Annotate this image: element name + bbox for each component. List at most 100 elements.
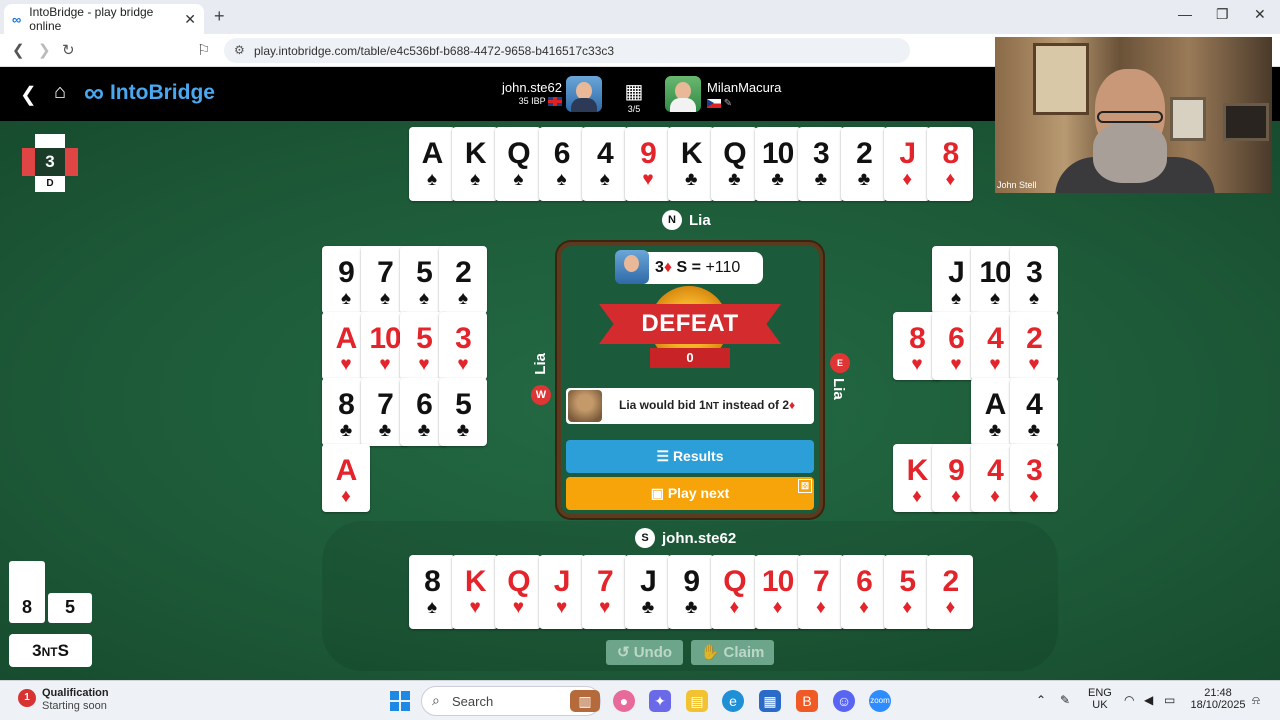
restore-icon[interactable]: ❐ bbox=[1216, 6, 1229, 23]
zoom-icon[interactable]: zoom bbox=[869, 690, 891, 712]
intobridge-favicon-icon: ∞ bbox=[12, 11, 22, 27]
back-arrow-icon[interactable]: ❮ bbox=[12, 41, 25, 59]
opponent-info: MilanMacura ✎ bbox=[707, 80, 781, 109]
east-card[interactable]: 3 ♠ bbox=[1010, 246, 1058, 314]
north-card[interactable]: 10 ♣ bbox=[754, 127, 801, 201]
card-suit-icon: ♣ bbox=[456, 420, 470, 441]
pen-icon[interactable]: ✎ bbox=[1060, 693, 1070, 707]
north-card[interactable]: 2 ♣ bbox=[841, 127, 887, 201]
app-drop-icon[interactable]: ● bbox=[613, 690, 635, 712]
discord-icon[interactable]: ☺ bbox=[833, 690, 855, 712]
south-card[interactable]: J ♣ bbox=[625, 555, 671, 629]
card-rank: 5 bbox=[455, 388, 472, 421]
list-icon: ☰ bbox=[656, 448, 670, 464]
south-card[interactable]: J ♥ bbox=[538, 555, 585, 629]
qualification-notice[interactable]: 1 Qualification Starting soon bbox=[18, 687, 109, 712]
south-card[interactable]: 6 ♦ bbox=[841, 555, 887, 629]
browser-tab[interactable]: ∞ IntoBridge - play bridge online ✕ bbox=[4, 4, 204, 34]
east-card[interactable]: 4 ♣ bbox=[1010, 378, 1058, 446]
tray-chevron-icon[interactable]: ⌃ bbox=[1036, 693, 1046, 707]
clock[interactable]: 21:48 18/10/2025 bbox=[1190, 687, 1246, 711]
player-you-ibp: 35 IBP bbox=[502, 96, 562, 107]
player-you-avatar[interactable] bbox=[566, 76, 602, 112]
tab-close-icon[interactable]: ✕ bbox=[184, 11, 196, 28]
south-badge: S bbox=[635, 528, 655, 548]
card-rank: 8 bbox=[424, 565, 441, 598]
north-badge: N bbox=[662, 210, 682, 230]
north-card[interactable]: K ♠ bbox=[452, 127, 499, 201]
north-card[interactable]: 9 ♥ bbox=[625, 127, 671, 201]
notification-bell-icon[interactable]: ⍾ bbox=[1252, 693, 1260, 708]
north-card[interactable]: 8 ♦ bbox=[927, 127, 974, 201]
bookmark-icon[interactable]: ⚐ bbox=[197, 41, 210, 59]
search-highlight-icon[interactable]: ▥ bbox=[570, 690, 600, 712]
north-card[interactable]: 3 ♣ bbox=[797, 127, 844, 201]
north-seat-label: N Lia bbox=[662, 210, 711, 230]
wifi-icon[interactable]: ◠ bbox=[1124, 693, 1134, 707]
forward-arrow-icon[interactable]: ❯ bbox=[38, 41, 51, 59]
home-icon[interactable]: ⌂ bbox=[54, 81, 66, 104]
card-suit-icon: ♥ bbox=[555, 597, 568, 618]
window-close-icon[interactable]: ✕ bbox=[1254, 6, 1266, 23]
new-tab-icon[interactable]: + bbox=[214, 6, 225, 27]
south-card[interactable]: 9 ♣ bbox=[668, 555, 715, 629]
language-indicator[interactable]: ENG UK bbox=[1088, 687, 1112, 711]
west-card[interactable]: 5 ♣ bbox=[439, 378, 487, 446]
card-suit-icon: ♦ bbox=[729, 597, 740, 618]
edge-icon[interactable]: e bbox=[722, 690, 744, 712]
east-card[interactable]: 3 ♦ bbox=[1010, 444, 1058, 512]
results-button[interactable]: ☰ Results bbox=[566, 440, 814, 473]
card-rank: J bbox=[640, 565, 657, 598]
windows-start-icon[interactable] bbox=[390, 691, 410, 711]
north-card[interactable]: Q ♣ bbox=[711, 127, 758, 201]
dice-icon[interactable]: ⚄ bbox=[798, 479, 812, 493]
west-card[interactable]: A ♦ bbox=[322, 444, 370, 512]
app-back-icon[interactable]: ❮ bbox=[20, 82, 37, 107]
north-card[interactable]: 6 ♠ bbox=[538, 127, 585, 201]
card-suit-icon: ♦ bbox=[902, 597, 913, 618]
board-counter[interactable]: ▦ 3/5 bbox=[620, 79, 648, 114]
card-rank: 2 bbox=[455, 256, 472, 289]
south-card[interactable]: 7 ♦ bbox=[797, 555, 844, 629]
brave-icon[interactable]: B bbox=[796, 690, 818, 712]
south-card[interactable]: Q ♦ bbox=[711, 555, 758, 629]
card-rank: Q bbox=[723, 565, 746, 598]
east-card[interactable]: 2 ♥ bbox=[1010, 312, 1058, 380]
south-seat-label: S john.ste62 bbox=[635, 528, 736, 548]
card-suit-icon: ♠ bbox=[457, 288, 469, 309]
calendar-play-icon: ▣ bbox=[650, 485, 664, 501]
south-card[interactable]: Q ♥ bbox=[495, 555, 542, 629]
webcam-overlay[interactable]: John Stell bbox=[995, 37, 1272, 193]
opponent-avatar[interactable] bbox=[665, 76, 701, 112]
file-explorer-icon[interactable]: ▤ bbox=[686, 690, 708, 712]
south-card[interactable]: 5 ♦ bbox=[884, 555, 931, 629]
south-card[interactable]: 8 ♠ bbox=[409, 555, 455, 629]
minimize-icon[interactable]: — bbox=[1178, 6, 1192, 22]
battery-icon[interactable]: ▭ bbox=[1164, 693, 1175, 707]
north-card[interactable]: J ♦ bbox=[884, 127, 931, 201]
card-suit-icon: ♦ bbox=[945, 597, 956, 618]
south-card[interactable]: 10 ♦ bbox=[754, 555, 801, 629]
site-info-icon[interactable]: ⚙ bbox=[234, 43, 245, 57]
south-card[interactable]: K ♥ bbox=[452, 555, 499, 629]
intobridge-logo[interactable]: ∞ IntoBridge bbox=[84, 79, 215, 107]
west-card[interactable]: 2 ♠ bbox=[439, 246, 487, 314]
volume-icon[interactable]: ◀ bbox=[1144, 693, 1153, 707]
undo-button[interactable]: ↺ Undo bbox=[606, 640, 683, 665]
north-card[interactable]: Q ♠ bbox=[495, 127, 542, 201]
undo-icon: ↺ bbox=[616, 644, 630, 661]
play-next-button[interactable]: ▣ Play next ⚄ bbox=[566, 477, 814, 510]
north-card[interactable]: A ♠ bbox=[409, 127, 455, 201]
west-card[interactable]: 3 ♥ bbox=[439, 312, 487, 380]
south-card[interactable]: 2 ♦ bbox=[927, 555, 974, 629]
store-icon[interactable]: ▦ bbox=[759, 690, 781, 712]
reload-icon[interactable]: ↻ bbox=[62, 41, 75, 59]
claim-button[interactable]: ✋ Claim bbox=[691, 640, 774, 665]
north-card[interactable]: 4 ♠ bbox=[581, 127, 628, 201]
tricks-ns: 8 bbox=[9, 561, 45, 623]
south-card[interactable]: 7 ♥ bbox=[581, 555, 628, 629]
copilot-icon[interactable]: ✦ bbox=[649, 690, 671, 712]
card-suit-icon: ♠ bbox=[426, 597, 438, 618]
north-card[interactable]: K ♣ bbox=[668, 127, 715, 201]
url-field[interactable]: ⚙ play.intobridge.com/table/e4c536bf-b68… bbox=[224, 38, 910, 63]
